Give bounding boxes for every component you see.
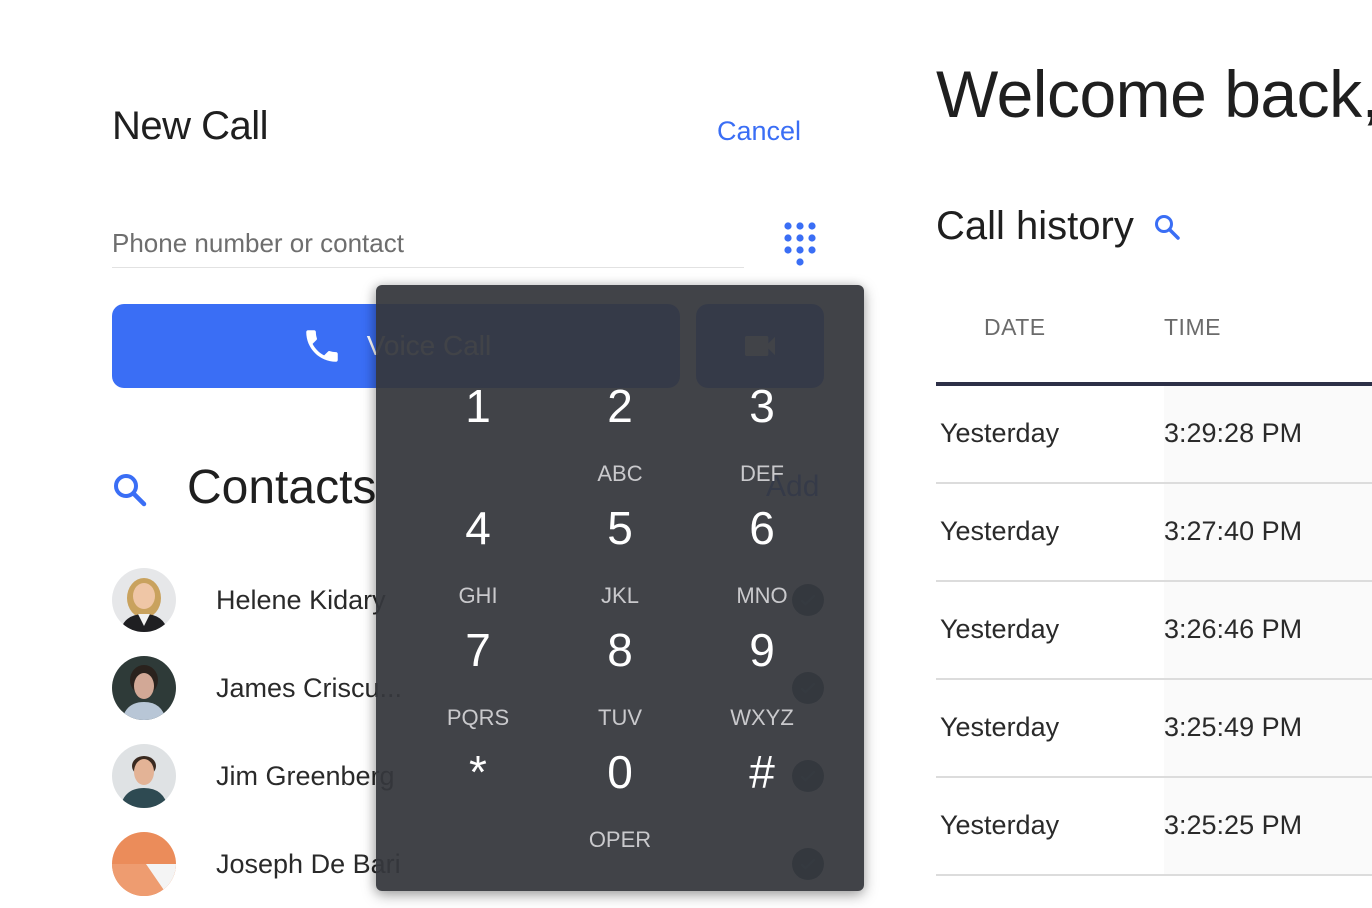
dialpad-key-4[interactable]: 4 GHI: [408, 503, 548, 609]
key-digit: 8: [607, 624, 633, 676]
key-letters: ABC: [597, 461, 643, 486]
search-icon: [1155, 215, 1180, 240]
new-call-title: New Call: [112, 104, 269, 148]
cancel-button[interactable]: Cancel: [717, 116, 801, 147]
welcome-heading: Welcome back,: [936, 57, 1372, 131]
key-digit: 5: [607, 502, 633, 554]
contacts-search-button[interactable]: [110, 470, 150, 510]
dialpad-icon: [784, 222, 816, 266]
call-history-search-button[interactable]: [1152, 212, 1184, 244]
phone-number-input[interactable]: [112, 220, 744, 268]
dialpad-key-5[interactable]: 5 JKL: [550, 503, 690, 609]
dialpad-popover: 1 2 ABC 3 DEF 4 GHI 5 JKL 6 MNO 7 PQRS 8…: [376, 285, 864, 891]
key-digit: 6: [749, 502, 775, 554]
avatar: [112, 568, 176, 632]
contact-name: Jim Greenberg: [216, 760, 395, 791]
key-letters: DEF: [740, 461, 784, 486]
call-history-title: Call history: [936, 204, 1134, 248]
dialpad-key-star[interactable]: *: [408, 747, 548, 853]
call-date: Yesterday: [940, 516, 1060, 546]
key-digit: 2: [607, 380, 633, 432]
table-row[interactable]: Yesterday 3:27:40 PM: [936, 484, 1372, 582]
key-letters: [692, 827, 832, 853]
avatar: [112, 832, 176, 896]
dialpad-key-9[interactable]: 9 WXYZ: [692, 625, 832, 731]
column-header-date[interactable]: DATE: [984, 314, 1046, 341]
dialpad-key-6[interactable]: 6 MNO: [692, 503, 832, 609]
key-digit: *: [469, 746, 487, 798]
call-time: 3:25:49 PM: [1164, 712, 1303, 742]
dialpad-toggle-button[interactable]: [780, 220, 820, 268]
avatar: [112, 656, 176, 720]
table-row[interactable]: Yesterday 3:25:25 PM: [936, 778, 1372, 876]
key-digit: 0: [607, 746, 633, 798]
column-header-time[interactable]: TIME: [1164, 314, 1221, 341]
contact-name: Helene Kidary: [216, 584, 386, 615]
key-digit: 1: [465, 380, 491, 432]
dialpad-key-2[interactable]: 2 ABC: [550, 381, 690, 487]
key-letters: [408, 461, 548, 487]
key-letters: PQRS: [446, 705, 510, 730]
dialpad-key-hash[interactable]: #: [692, 747, 832, 853]
contact-name: James Criscu...: [216, 672, 403, 703]
dialpad-key-0[interactable]: 0 OPER: [550, 747, 690, 853]
key-digit: #: [749, 746, 775, 798]
key-digit: 4: [465, 502, 491, 554]
call-date: Yesterday: [940, 614, 1060, 644]
call-date: Yesterday: [940, 810, 1060, 840]
key-letters: GHI: [458, 583, 498, 608]
search-icon: [114, 474, 147, 507]
call-time: 3:25:25 PM: [1164, 810, 1303, 840]
key-letters: WXYZ: [730, 705, 794, 730]
key-digit: 3: [749, 380, 775, 432]
call-date: Yesterday: [940, 712, 1060, 742]
dialpad-key-7[interactable]: 7 PQRS: [408, 625, 548, 731]
call-date: Yesterday: [940, 418, 1060, 448]
table-row[interactable]: Yesterday 3:25:49 PM: [936, 680, 1372, 778]
key-letters: JKL: [601, 583, 639, 608]
phone-icon: [305, 330, 338, 362]
contacts-title: Contacts: [187, 461, 377, 514]
dialpad-key-1[interactable]: 1: [408, 381, 548, 487]
key-digit: 9: [749, 624, 775, 676]
call-time: 3:26:46 PM: [1164, 614, 1303, 644]
table-row[interactable]: Yesterday 3:26:46 PM: [936, 582, 1372, 680]
call-history-table: DATE TIME Yesterday 3:29:28 PM Yesterday…: [936, 290, 1372, 876]
key-letters: TUV: [598, 705, 642, 730]
table-header: DATE TIME: [936, 290, 1372, 386]
key-digit: 7: [465, 624, 491, 676]
key-letters: MNO: [736, 583, 788, 608]
dialpad-key-3[interactable]: 3 DEF: [692, 381, 832, 487]
contact-name: Joseph De Bari: [216, 848, 401, 879]
table-row[interactable]: Yesterday 3:29:28 PM: [936, 386, 1372, 484]
dialpad-key-8[interactable]: 8 TUV: [550, 625, 690, 731]
avatar: [112, 744, 176, 808]
key-letters: [408, 827, 548, 853]
call-time: 3:29:28 PM: [1164, 418, 1303, 448]
call-time: 3:27:40 PM: [1164, 516, 1303, 546]
key-letters: OPER: [588, 827, 652, 852]
